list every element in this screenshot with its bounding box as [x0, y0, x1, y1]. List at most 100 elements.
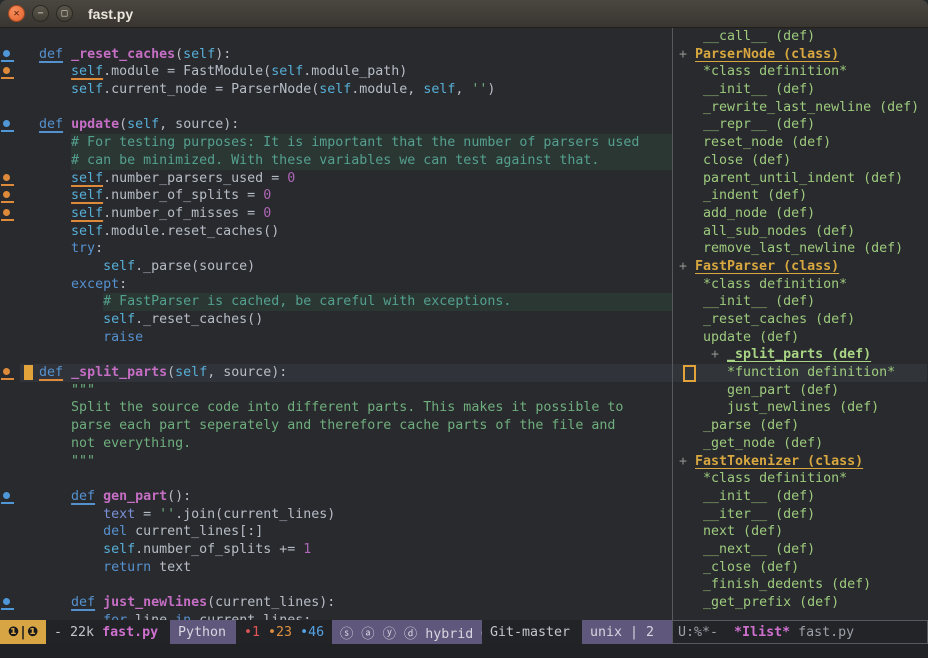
indent	[679, 64, 703, 79]
imenu-entry[interactable]: update (def)	[673, 329, 927, 347]
imenu-entry[interactable]: _parse (def)	[673, 417, 927, 435]
vc-segment[interactable]: Git-master	[482, 620, 582, 644]
code-line[interactable]: for line in current_lines:	[0, 612, 672, 620]
imenu-entry[interactable]: next (def)	[673, 523, 927, 541]
code-token: ._parse(source)	[135, 259, 255, 274]
ilist-buffer-name[interactable]: *Ilist*	[734, 625, 790, 640]
code-line[interactable]: self.number_of_splits += 1	[0, 541, 672, 559]
imenu-entry[interactable]: *function definition*	[673, 364, 927, 382]
imenu-entry[interactable]: _reset_caches (def)	[673, 311, 927, 329]
imenu-entry[interactable]: + ParserNode (class)	[673, 46, 927, 64]
imenu-entry[interactable]: _close (def)	[673, 559, 927, 577]
code-line[interactable]: # can be minimized. With these variables…	[0, 152, 672, 170]
imenu-entry[interactable]: _rewrite_last_newline (def)	[673, 99, 927, 117]
maximize-button[interactable]: □	[56, 5, 73, 22]
imenu-list-sidebar[interactable]: __call__ (def)+ ParserNode (class) *clas…	[673, 28, 927, 620]
code-token: self	[103, 259, 135, 274]
code-line[interactable]: # For testing purposes: It is important …	[0, 134, 672, 152]
major-mode-segment[interactable]: Python	[170, 620, 236, 644]
imenu-entry-label: close (def)	[703, 153, 791, 168]
code-line[interactable]: raise	[0, 329, 672, 347]
imenu-entry[interactable]: + _split_parts (def)	[673, 346, 927, 364]
imenu-entry-label: __repr__ (def)	[703, 117, 815, 132]
window-number-segment: ❶|❶	[0, 620, 46, 644]
imenu-entry-label: _indent (def)	[703, 188, 807, 203]
imenu-entry[interactable]: all_sub_nodes (def)	[673, 223, 927, 241]
code-token	[95, 489, 103, 504]
code-token: .number_of_splits +=	[135, 542, 303, 557]
code-line[interactable]: Split the source code into different par…	[0, 399, 672, 417]
imenu-entry[interactable]: __iter__ (def)	[673, 506, 927, 524]
indent	[679, 542, 703, 557]
imenu-entry[interactable]: __repr__ (def)	[673, 116, 927, 134]
window-number: ❶|❶	[8, 625, 39, 640]
code-line[interactable]: self._reset_caches()	[0, 311, 672, 329]
code-line[interactable]: return text	[0, 559, 672, 577]
imenu-entry[interactable]: gen_part (def)	[673, 382, 927, 400]
code-line[interactable]: def _reset_caches(self):	[0, 46, 672, 64]
imenu-entry[interactable]: close (def)	[673, 152, 927, 170]
code-line[interactable]: self.current_node = ParserNode(self.modu…	[0, 81, 672, 99]
indent	[679, 29, 703, 44]
imenu-entry[interactable]: *class definition*	[673, 470, 927, 488]
imenu-entry[interactable]: parent_until_indent (def)	[673, 170, 927, 188]
code-line[interactable]: def update(self, source):	[0, 116, 672, 134]
code-line[interactable]	[0, 470, 672, 488]
code-line[interactable]: except:	[0, 276, 672, 294]
imenu-entry[interactable]: __call__ (def)	[673, 28, 927, 46]
code-token: self	[71, 188, 103, 203]
indent	[679, 436, 703, 451]
code-token: self	[423, 82, 455, 97]
minimize-button[interactable]: −	[32, 5, 49, 22]
code-line[interactable]: try:	[0, 240, 672, 258]
imenu-entry[interactable]: reset_node (def)	[673, 134, 927, 152]
imenu-entry-label: _split_parts (def)	[727, 347, 871, 362]
imenu-entry[interactable]: + FastTokenizer (class)	[673, 453, 927, 471]
imenu-entry[interactable]: remove_last_newline (def)	[673, 240, 927, 258]
imenu-entry[interactable]: *class definition*	[673, 276, 927, 294]
imenu-entry[interactable]: add_node (def)	[673, 205, 927, 223]
code-line[interactable]: def _split_parts(self, source):	[0, 364, 672, 382]
buffer-name[interactable]: fast.py	[102, 625, 158, 640]
imenu-entry[interactable]: __init__ (def)	[673, 488, 927, 506]
code-line[interactable]: def just_newlines(current_lines):	[0, 594, 672, 612]
code-line[interactable]	[0, 576, 672, 594]
code-line[interactable]	[0, 346, 672, 364]
imenu-entry[interactable]: __next__ (def)	[673, 541, 927, 559]
imenu-entry[interactable]: _indent (def)	[673, 187, 927, 205]
flycheck-segment[interactable]: •1 •23 •46	[236, 620, 332, 644]
code-line[interactable]: self.number_parsers_used = 0	[0, 170, 672, 188]
code-line[interactable]: self.number_of_misses = 0	[0, 205, 672, 223]
code-line[interactable]: """	[0, 453, 672, 471]
code-token: self	[127, 117, 159, 132]
imenu-entry[interactable]: _finish_dedents (def)	[673, 576, 927, 594]
imenu-entry[interactable]: __init__ (def)	[673, 293, 927, 311]
code-line[interactable]	[0, 28, 672, 46]
code-line[interactable]: def gen_part():	[0, 488, 672, 506]
code-line[interactable]: self.number_of_splits = 0	[0, 187, 672, 205]
imenu-entry[interactable]: __init__ (def)	[673, 81, 927, 99]
modified-indicator: -	[54, 625, 62, 640]
imenu-entry[interactable]: _get_prefix (def)	[673, 594, 927, 612]
imenu-entry[interactable]: _get_node (def)	[673, 435, 927, 453]
code-line[interactable]: not everything.	[0, 435, 672, 453]
close-button[interactable]: ✕	[8, 5, 25, 22]
code-line[interactable]	[0, 99, 672, 117]
code-line[interactable]: # FastParser is cached, be careful with …	[0, 293, 672, 311]
indent	[7, 454, 71, 469]
code-buffer[interactable]: def _reset_caches(self): self.module = F…	[0, 28, 672, 620]
code-token: self	[319, 82, 351, 97]
code-line[interactable]: parse each part seperately and therefore…	[0, 417, 672, 435]
imenu-entry[interactable]: + FastParser (class)	[673, 258, 927, 276]
code-token: self	[71, 171, 103, 186]
code-line[interactable]: self.module = FastModule(self.module_pat…	[0, 63, 672, 81]
code-token: self	[183, 47, 215, 62]
imenu-entry[interactable]: *class definition*	[673, 63, 927, 81]
code-line[interactable]: del current_lines[:]	[0, 523, 672, 541]
code-line[interactable]: """	[0, 382, 672, 400]
imenu-entry[interactable]: just_newlines (def)	[673, 399, 927, 417]
code-line[interactable]: text = ''.join(current_lines)	[0, 506, 672, 524]
code-token: =	[135, 507, 159, 522]
code-line[interactable]: self._parse(source)	[0, 258, 672, 276]
code-line[interactable]: self.module.reset_caches()	[0, 223, 672, 241]
